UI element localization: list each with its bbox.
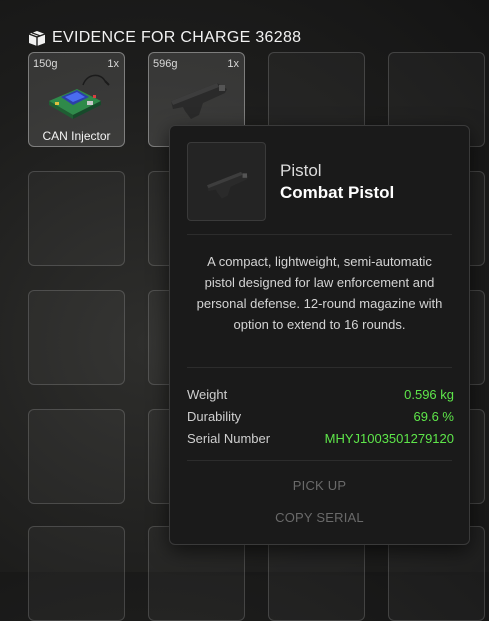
inventory-header: EVIDENCE FOR CHARGE 36288 xyxy=(28,28,301,48)
pistol-icon xyxy=(207,171,249,199)
item-quantity: 1x xyxy=(227,58,239,70)
item-tooltip: Pistol Combat Pistol A compact, lightwei… xyxy=(169,125,470,545)
divider xyxy=(187,460,452,461)
inventory-title: EVIDENCE FOR CHARGE 36288 xyxy=(52,29,302,46)
item-stats: Weight 0.596 kg Durability 69.6 % Serial… xyxy=(187,383,454,449)
item-quantity: 1x xyxy=(107,58,119,70)
stat-value: 0.596 kg xyxy=(404,386,454,402)
inventory-slot-empty[interactable] xyxy=(28,526,125,621)
item-label: CAN Injector xyxy=(42,129,111,143)
pick-up-button[interactable]: PICK UP xyxy=(170,478,469,493)
stat-value: 69.6 % xyxy=(413,408,454,424)
stat-row-durability: Durability 69.6 % xyxy=(187,405,454,427)
stat-value: MHYJ1003501279120 xyxy=(324,430,454,446)
inventory-slot-empty[interactable] xyxy=(28,171,125,266)
item-description: A compact, lightweight, semi-automatic p… xyxy=(196,254,443,332)
copy-serial-button[interactable]: COPY SERIAL xyxy=(170,510,469,525)
item-thumbnail xyxy=(187,142,266,221)
stat-row-serial: Serial Number MHYJ1003501279120 xyxy=(187,427,454,449)
stat-row-weight: Weight 0.596 kg xyxy=(187,383,454,405)
inventory-slot-empty[interactable] xyxy=(28,290,125,385)
divider xyxy=(187,367,452,368)
stat-label: Durability xyxy=(187,408,242,424)
item-weight: 596g xyxy=(153,58,178,70)
inventory-slot-empty[interactable] xyxy=(28,409,125,504)
item-weight: 150g xyxy=(33,58,58,70)
item-category: Pistol xyxy=(280,161,322,180)
inventory-slot-can-injector[interactable]: 150g 1x CAN Injector xyxy=(28,52,125,147)
item-name: Combat Pistol xyxy=(280,183,395,202)
pistol-icon xyxy=(171,83,227,119)
stat-label: Weight xyxy=(187,386,228,402)
can-injector-icon xyxy=(49,74,110,119)
stat-label: Serial Number xyxy=(187,430,271,446)
box-icon xyxy=(28,31,46,46)
divider xyxy=(187,234,452,235)
